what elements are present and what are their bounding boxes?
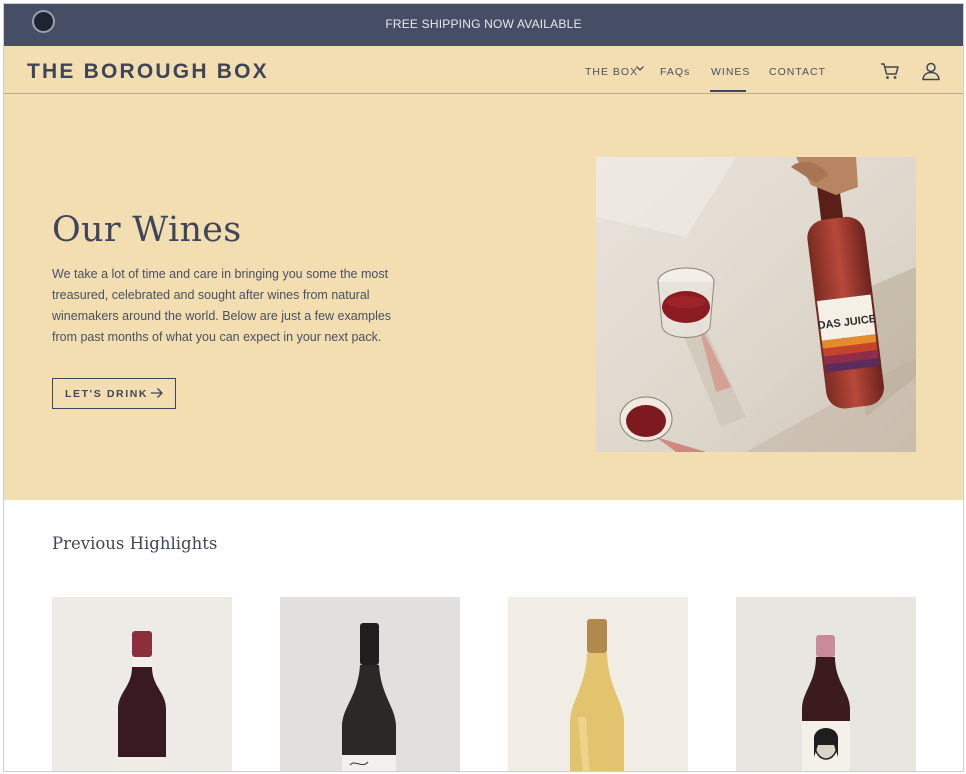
- browser-viewport: FREE SHIPPING NOW AVAILABLE THE BOROUGH …: [3, 3, 964, 772]
- dark-bottle-white-label-image: [280, 597, 460, 771]
- site-header: THE BOROUGH BOX THE BOX FAQs WINES CONTA…: [4, 46, 963, 94]
- product-card-2[interactable]: [280, 597, 460, 771]
- cart-icon[interactable]: [880, 62, 900, 80]
- announcement-bar: FREE SHIPPING NOW AVAILABLE: [4, 4, 963, 46]
- nav-item-the-box[interactable]: THE BOX: [585, 66, 638, 78]
- hero-section: Our Wines We take a lot of time and care…: [4, 94, 963, 500]
- product-card-1[interactable]: [52, 597, 232, 771]
- account-icon[interactable]: [921, 61, 941, 81]
- nav-item-wines[interactable]: WINES: [711, 66, 750, 78]
- arrow-right-icon: [150, 387, 164, 399]
- site-logo[interactable]: THE BOROUGH BOX: [27, 60, 269, 84]
- active-nav-underline: [710, 90, 746, 92]
- highlights-title: Previous Highlights: [52, 534, 218, 553]
- golden-white-wine-bottle-image: [508, 597, 688, 771]
- lets-drink-button[interactable]: LET'S DRINK: [52, 378, 176, 409]
- nav-item-contact[interactable]: CONTACT: [769, 66, 826, 78]
- product-card-4[interactable]: [736, 597, 916, 771]
- product-card-3[interactable]: [508, 597, 688, 771]
- nav-item-faqs[interactable]: FAQs: [660, 66, 690, 78]
- hero-description: We take a lot of time and care in bringi…: [52, 267, 392, 344]
- dark-red-wine-bottle-image: [52, 597, 232, 771]
- red-wine-portrait-label-bottle-image: [736, 597, 916, 771]
- chevron-down-icon[interactable]: [635, 63, 645, 76]
- lets-drink-label: LET'S DRINK: [65, 387, 149, 400]
- page-title: Our Wines: [52, 210, 242, 250]
- hero-wine-photo: DAS JUICE: [596, 157, 916, 452]
- announcement-text: FREE SHIPPING NOW AVAILABLE: [385, 17, 582, 31]
